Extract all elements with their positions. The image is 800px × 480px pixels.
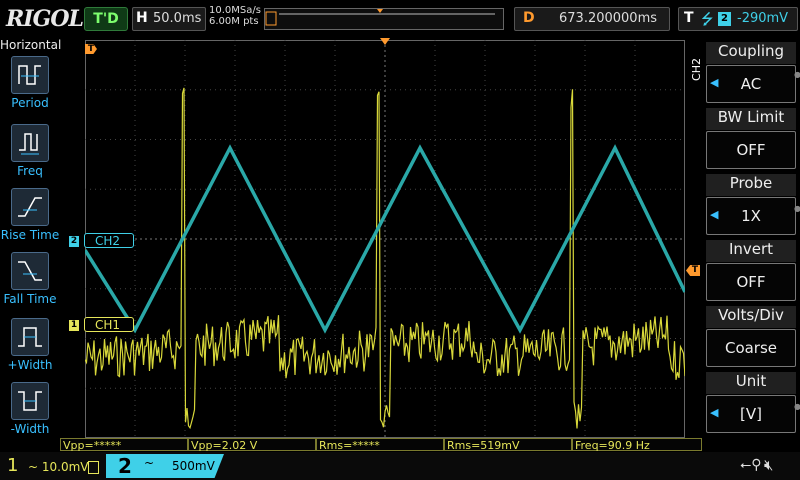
speaker-muted-icon[interactable]: 🔇︎	[764, 456, 773, 474]
ch2-label: CH2	[84, 233, 134, 248]
delay-value: 673.200000ms	[559, 11, 658, 26]
memory-waveform-icon	[265, 9, 495, 26]
unit-value[interactable]: [V]	[706, 395, 796, 433]
measurement-item[interactable]: Vpp=2.02 V	[188, 438, 316, 452]
pos-width-icon	[11, 318, 49, 356]
waveform-display[interactable]	[85, 40, 685, 438]
bw-limit-value[interactable]: OFF	[706, 131, 796, 169]
menu-volts-div[interactable]: Volts/Div Coarse	[706, 304, 796, 368]
option-arrow-icon: ◀	[710, 406, 719, 419]
rise-time-icon	[11, 188, 49, 226]
delay-offset[interactable]: D 673.200000ms	[514, 7, 670, 31]
ch1-scale: ~ 10.0mV	[28, 460, 89, 474]
menu-coupling[interactable]: Coupling AC ◀	[706, 40, 796, 104]
page-indicator-icon: ●	[794, 70, 800, 79]
menu-label: -Width	[10, 422, 50, 436]
neg-width-icon	[11, 382, 49, 420]
menu-item-title: BW Limit	[706, 108, 796, 130]
probe-value[interactable]: 1X	[706, 197, 796, 235]
menu-item-title: Probe	[706, 174, 796, 196]
menu-item-title: Volts/Div	[706, 306, 796, 328]
horizontal-measure-menu: Horizontal Period Freq Rise Time Fall Ti…	[0, 38, 62, 438]
menu-channel-label: CH2	[690, 58, 703, 81]
ch1-waveform	[85, 87, 685, 430]
invert-value[interactable]: OFF	[706, 263, 796, 301]
menu-item-neg-width[interactable]: -Width	[0, 382, 60, 446]
freq-icon	[11, 124, 49, 162]
usb-icon: ⭠⚲	[740, 457, 762, 473]
option-arrow-icon: ◀	[710, 208, 719, 221]
menu-label: Fall Time	[3, 292, 57, 306]
channel-menu: CH2 Coupling AC ◀ BW Limit OFF Probe 1X …	[690, 38, 800, 438]
sample-rate: 10.0MSa/s	[209, 5, 261, 16]
memory-depth: 6.00M pts	[209, 16, 259, 27]
menu-item-title: Invert	[706, 240, 796, 262]
measurement-item[interactable]: Rms=519mV	[444, 438, 572, 452]
ch2-number: 2	[118, 454, 132, 478]
top-status-bar: RIGOL T'D H 50.0ms 10.0MSa/s 6.00M pts D…	[0, 0, 800, 38]
graticule	[85, 40, 685, 438]
menu-label: Freq	[17, 164, 43, 178]
delay-key: D	[523, 10, 535, 26]
trigger-settings[interactable]: T ⭍ 2 -290mV	[678, 7, 798, 31]
menu-probe[interactable]: Probe 1X ◀	[706, 172, 796, 236]
trigger-key: T	[684, 10, 694, 26]
ch1-label: CH1	[84, 317, 134, 332]
ch2-status[interactable]: 2 ~ 500mV	[106, 454, 224, 478]
page-indicator-icon: ●	[794, 402, 800, 411]
brand-logo: RIGOL	[6, 6, 84, 32]
option-arrow-icon: ◀	[710, 76, 719, 89]
trigger-source: 2	[718, 12, 731, 26]
menu-item-freq[interactable]: Freq	[0, 124, 60, 188]
menu-label: +Width	[7, 358, 53, 372]
measurement-item[interactable]: Vpp=*****	[60, 438, 188, 452]
menu-invert[interactable]: Invert OFF	[706, 238, 796, 302]
ch1-offset-marker[interactable]: 1	[69, 320, 79, 331]
measurement-bar: Vpp=***** Vpp=2.02 V Rms=***** Rms=519mV…	[60, 438, 706, 452]
menu-item-title: Unit	[706, 372, 796, 394]
menu-bw-limit[interactable]: BW Limit OFF	[706, 106, 796, 170]
measurement-item[interactable]: Freq=90.9 Hz	[572, 438, 702, 452]
ch2-offset-marker[interactable]: 2	[69, 236, 79, 247]
menu-label: Rise Time	[0, 228, 60, 242]
horizontal-timebase[interactable]: H 50.0ms	[132, 7, 206, 31]
memory-position-strip[interactable]	[264, 8, 504, 30]
menu-unit[interactable]: Unit [V] ◀	[706, 370, 796, 434]
trigger-level: -290mV	[737, 11, 789, 26]
channel-status-bar: 1 ~ 10.0mV 2 ~ 500mV ⭠⚲ 🔇︎	[0, 452, 800, 480]
volts-div-value[interactable]: Coarse	[706, 329, 796, 367]
page-indicator-icon: ●	[794, 204, 800, 213]
horizontal-key: H	[136, 10, 148, 26]
measurement-item[interactable]: Rms=*****	[316, 438, 444, 452]
menu-label: Period	[11, 96, 49, 110]
menu-title: Horizontal	[0, 38, 62, 52]
falling-edge-icon: ⭍	[701, 10, 714, 28]
menu-item-rise-time[interactable]: Rise Time	[0, 188, 60, 252]
bw-limit-icon	[88, 461, 99, 474]
timebase-value: 50.0ms	[153, 11, 202, 26]
fall-time-icon	[11, 252, 49, 290]
acquisition-info: 10.0MSa/s 6.00M pts	[209, 5, 261, 27]
ch1-status[interactable]: 1 ~ 10.0mV	[0, 455, 104, 477]
menu-item-fall-time[interactable]: Fall Time	[0, 252, 60, 316]
run-status-badge[interactable]: T'D	[84, 7, 128, 31]
menu-item-pos-width[interactable]: +Width	[0, 318, 60, 382]
ch1-number: 1	[7, 455, 19, 476]
ch2-scale: 500mV	[172, 459, 215, 473]
time-reference-marker[interactable]	[380, 38, 390, 45]
menu-item-title: Coupling	[706, 42, 796, 64]
coupling-value[interactable]: AC	[706, 65, 796, 103]
period-icon	[11, 56, 49, 94]
menu-item-period[interactable]: Period	[0, 56, 60, 120]
ch2-coupling: ~	[144, 456, 155, 470]
